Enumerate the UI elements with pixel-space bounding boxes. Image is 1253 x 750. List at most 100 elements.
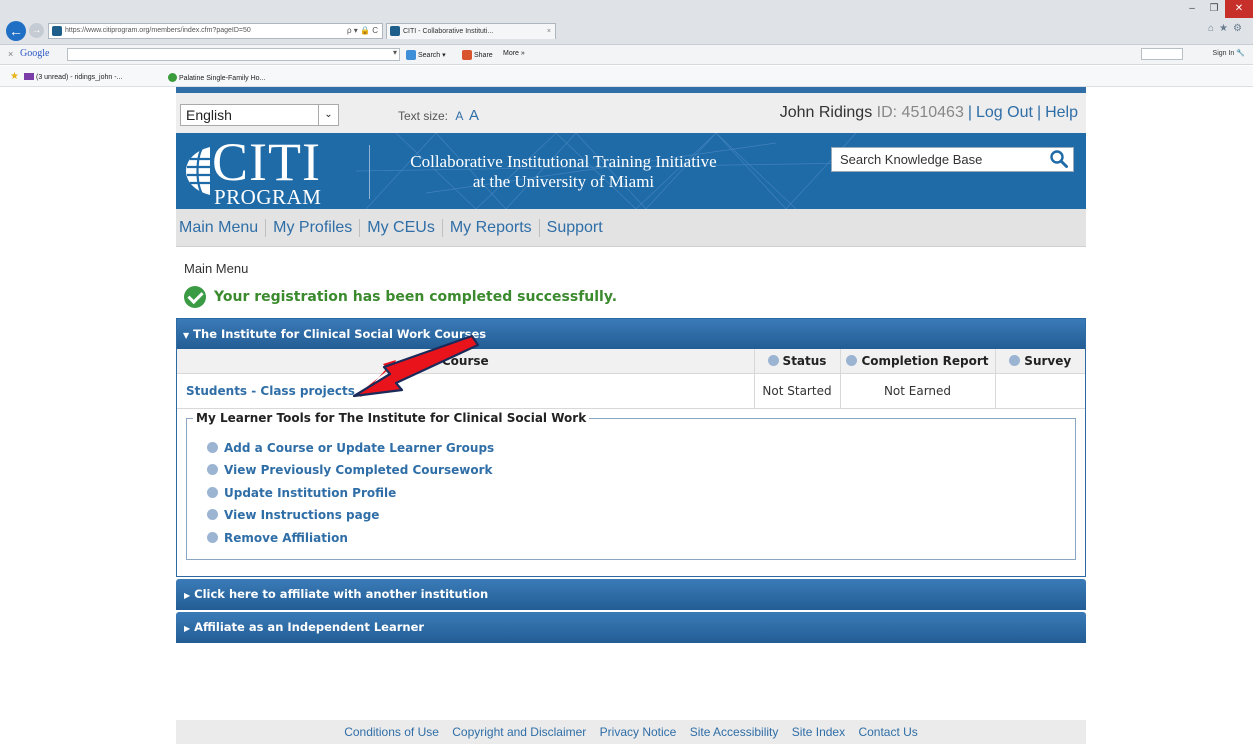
favorites-bar: ★ (3 unread) - ridings_john -... Palatin… [0, 66, 1253, 87]
chevron-down-icon[interactable]: ⌄ [318, 105, 338, 125]
courses-table: Course Status Completion Report Survey S… [177, 349, 1085, 409]
nav-support[interactable]: Support [540, 219, 610, 237]
logo-sub-text: PROGRAM [214, 185, 322, 209]
footer-contact-link[interactable]: Contact Us [858, 725, 917, 739]
rss-field[interactable] [1141, 48, 1183, 60]
report-cell: Not Earned [839, 372, 996, 409]
text-size-small-button[interactable]: A [455, 109, 462, 123]
bullet-icon [207, 531, 218, 543]
institution-panel: ▼ The Institute for Clinical Social Work … [176, 318, 1086, 577]
footer-conditions-link[interactable]: Conditions of Use [344, 725, 439, 739]
home-favorites-settings-icon[interactable]: ⌂★⚙ [1208, 23, 1247, 34]
minimize-icon[interactable]: – [1181, 0, 1203, 18]
toolbar-share-button[interactable]: Share [462, 50, 493, 60]
caret-right-icon: ▶ [184, 591, 191, 600]
footer-copyright-link[interactable]: Copyright and Disclaimer [452, 725, 586, 739]
bullet-icon [207, 441, 218, 453]
user-id: ID: 4510463 [876, 104, 964, 121]
toolbar-search-input[interactable]: ▾ [67, 48, 400, 61]
back-arrow-icon[interactable]: ← [6, 21, 26, 41]
checkmark-icon [184, 286, 206, 308]
course-link[interactable]: Students - Class projects [177, 384, 355, 398]
nav-my-profiles[interactable]: My Profiles [266, 218, 361, 237]
breadcrumb: Main Menu [184, 261, 249, 276]
tab-title: CITI - Collaborative Instituti... [403, 28, 494, 35]
text-size-large-button[interactable]: A [469, 107, 479, 124]
tool-view-completed-link[interactable]: View Previously Completed Coursework [207, 459, 1075, 482]
browser-chrome: ← → https://www.citiprogram.org/members/… [0, 0, 1253, 45]
nav-main-menu[interactable]: Main Menu [176, 218, 267, 237]
bullet-icon [207, 464, 218, 475]
tool-update-profile-link[interactable]: Update Institution Profile [207, 482, 1075, 505]
window-controls: – ❐ ✕ [1181, 0, 1253, 18]
column-header-report[interactable]: Completion Report [839, 349, 996, 374]
survey-cell [994, 372, 1085, 409]
toolbar-search-button[interactable]: Search ▾ [406, 50, 446, 60]
table-header-row: Course Status Completion Report Survey [177, 349, 1085, 374]
search-icon [406, 50, 416, 60]
success-message: Your registration has been completed suc… [214, 289, 618, 305]
globe-icon [186, 147, 210, 195]
nav-my-reports[interactable]: My Reports [443, 218, 540, 237]
favorite-mail-link[interactable]: (3 unread) - ridings_john -... [24, 73, 122, 81]
logout-link[interactable]: Log Out [976, 104, 1033, 121]
info-icon[interactable] [767, 354, 779, 366]
logo-main-text: CITI [212, 133, 321, 192]
column-header-status[interactable]: Status [753, 349, 841, 374]
address-bar[interactable]: https://www.citiprogram.org/members/inde… [48, 23, 383, 39]
main-nav: Main Menu My Profiles My CEUs My Reports… [176, 209, 1086, 247]
info-icon[interactable] [846, 354, 858, 366]
forward-arrow-icon[interactable]: → [29, 23, 44, 38]
caret-right-icon: ▶ [184, 624, 191, 633]
independent-learner-accordion[interactable]: ▶ Affiliate as an Independent Learner [176, 612, 1086, 643]
footer-site-index-link[interactable]: Site Index [792, 725, 845, 739]
search-placeholder: Search Knowledge Base [840, 152, 983, 167]
affiliate-institution-accordion[interactable]: ▶ Click here to affiliate with another in… [176, 579, 1086, 610]
toolbar-more-button[interactable]: More » [503, 50, 525, 57]
institution-panel-header[interactable]: ▼ The Institute for Clinical Social Work … [177, 319, 1085, 349]
address-tools-icon[interactable]: ρ ▾ 🔒 C [347, 24, 378, 38]
user-name: John Ridings [779, 104, 873, 121]
search-icon[interactable] [1049, 149, 1069, 169]
restore-icon[interactable]: ❐ [1203, 0, 1225, 18]
favorites-star-icon[interactable]: ★ [10, 71, 19, 82]
success-banner: Your registration has been completed suc… [184, 285, 1086, 309]
footer-accessibility-link[interactable]: Site Accessibility [690, 725, 779, 739]
knowledge-base-search-input[interactable]: Search Knowledge Base [831, 147, 1074, 172]
sign-in-button[interactable]: Sign In 🔧 [1213, 49, 1245, 57]
table-row: Students - Class projects Not Started No… [177, 372, 1085, 409]
tool-remove-affiliation-link[interactable]: Remove Affiliation [207, 527, 1075, 550]
caret-down-icon: ▼ [183, 331, 190, 340]
window-close-icon[interactable]: ✕ [1225, 0, 1253, 18]
tool-add-course-link[interactable]: Add a Course or Update Learner Groups [207, 437, 1075, 460]
footer-privacy-link[interactable]: Privacy Notice [600, 725, 677, 739]
tool-view-instructions-link[interactable]: View Instructions page [207, 504, 1075, 527]
browser-tab[interactable]: CITI - Collaborative Instituti... × [386, 23, 556, 39]
tab-close-icon[interactable]: × [547, 24, 551, 39]
language-select[interactable]: English ⌄ [180, 104, 339, 126]
chevron-down-icon[interactable]: ▾ [393, 48, 397, 57]
citi-page: English ⌄ Text size: A A John Ridings ID… [176, 87, 1086, 643]
help-link[interactable]: Help [1045, 104, 1078, 121]
info-icon[interactable] [1009, 354, 1021, 366]
footer: Conditions of Use Copyright and Disclaim… [176, 720, 1086, 744]
share-icon [462, 50, 472, 60]
language-value: English [186, 107, 232, 123]
nav-my-ceus[interactable]: My CEUs [360, 218, 443, 237]
banner-title-line1: Collaborative Institutional Training Ini… [410, 152, 717, 171]
google-logo: Google [20, 48, 50, 59]
toolbar-close-icon[interactable]: × [8, 49, 13, 59]
favorite-palatine-link[interactable]: Palatine Single-Family Ho... [168, 73, 265, 82]
learner-tools-legend: My Learner Tools for The Institute for C… [193, 410, 590, 425]
red-arrow-annotation [352, 334, 480, 398]
learner-tools: My Learner Tools for The Institute for C… [186, 410, 1076, 560]
text-size-control: Text size: A A [398, 107, 479, 124]
site-icon [168, 73, 177, 82]
header-banner: CITI PROGRAM Collaborative Institutional… [176, 133, 1086, 209]
mail-icon [24, 73, 34, 80]
column-header-survey[interactable]: Survey [994, 349, 1085, 374]
utility-bar: English ⌄ Text size: A A John Ridings ID… [176, 93, 1086, 133]
banner-title: Collaborative Institutional Training Ini… [381, 152, 746, 192]
separator: | [1036, 104, 1042, 121]
bullet-icon [207, 486, 218, 498]
